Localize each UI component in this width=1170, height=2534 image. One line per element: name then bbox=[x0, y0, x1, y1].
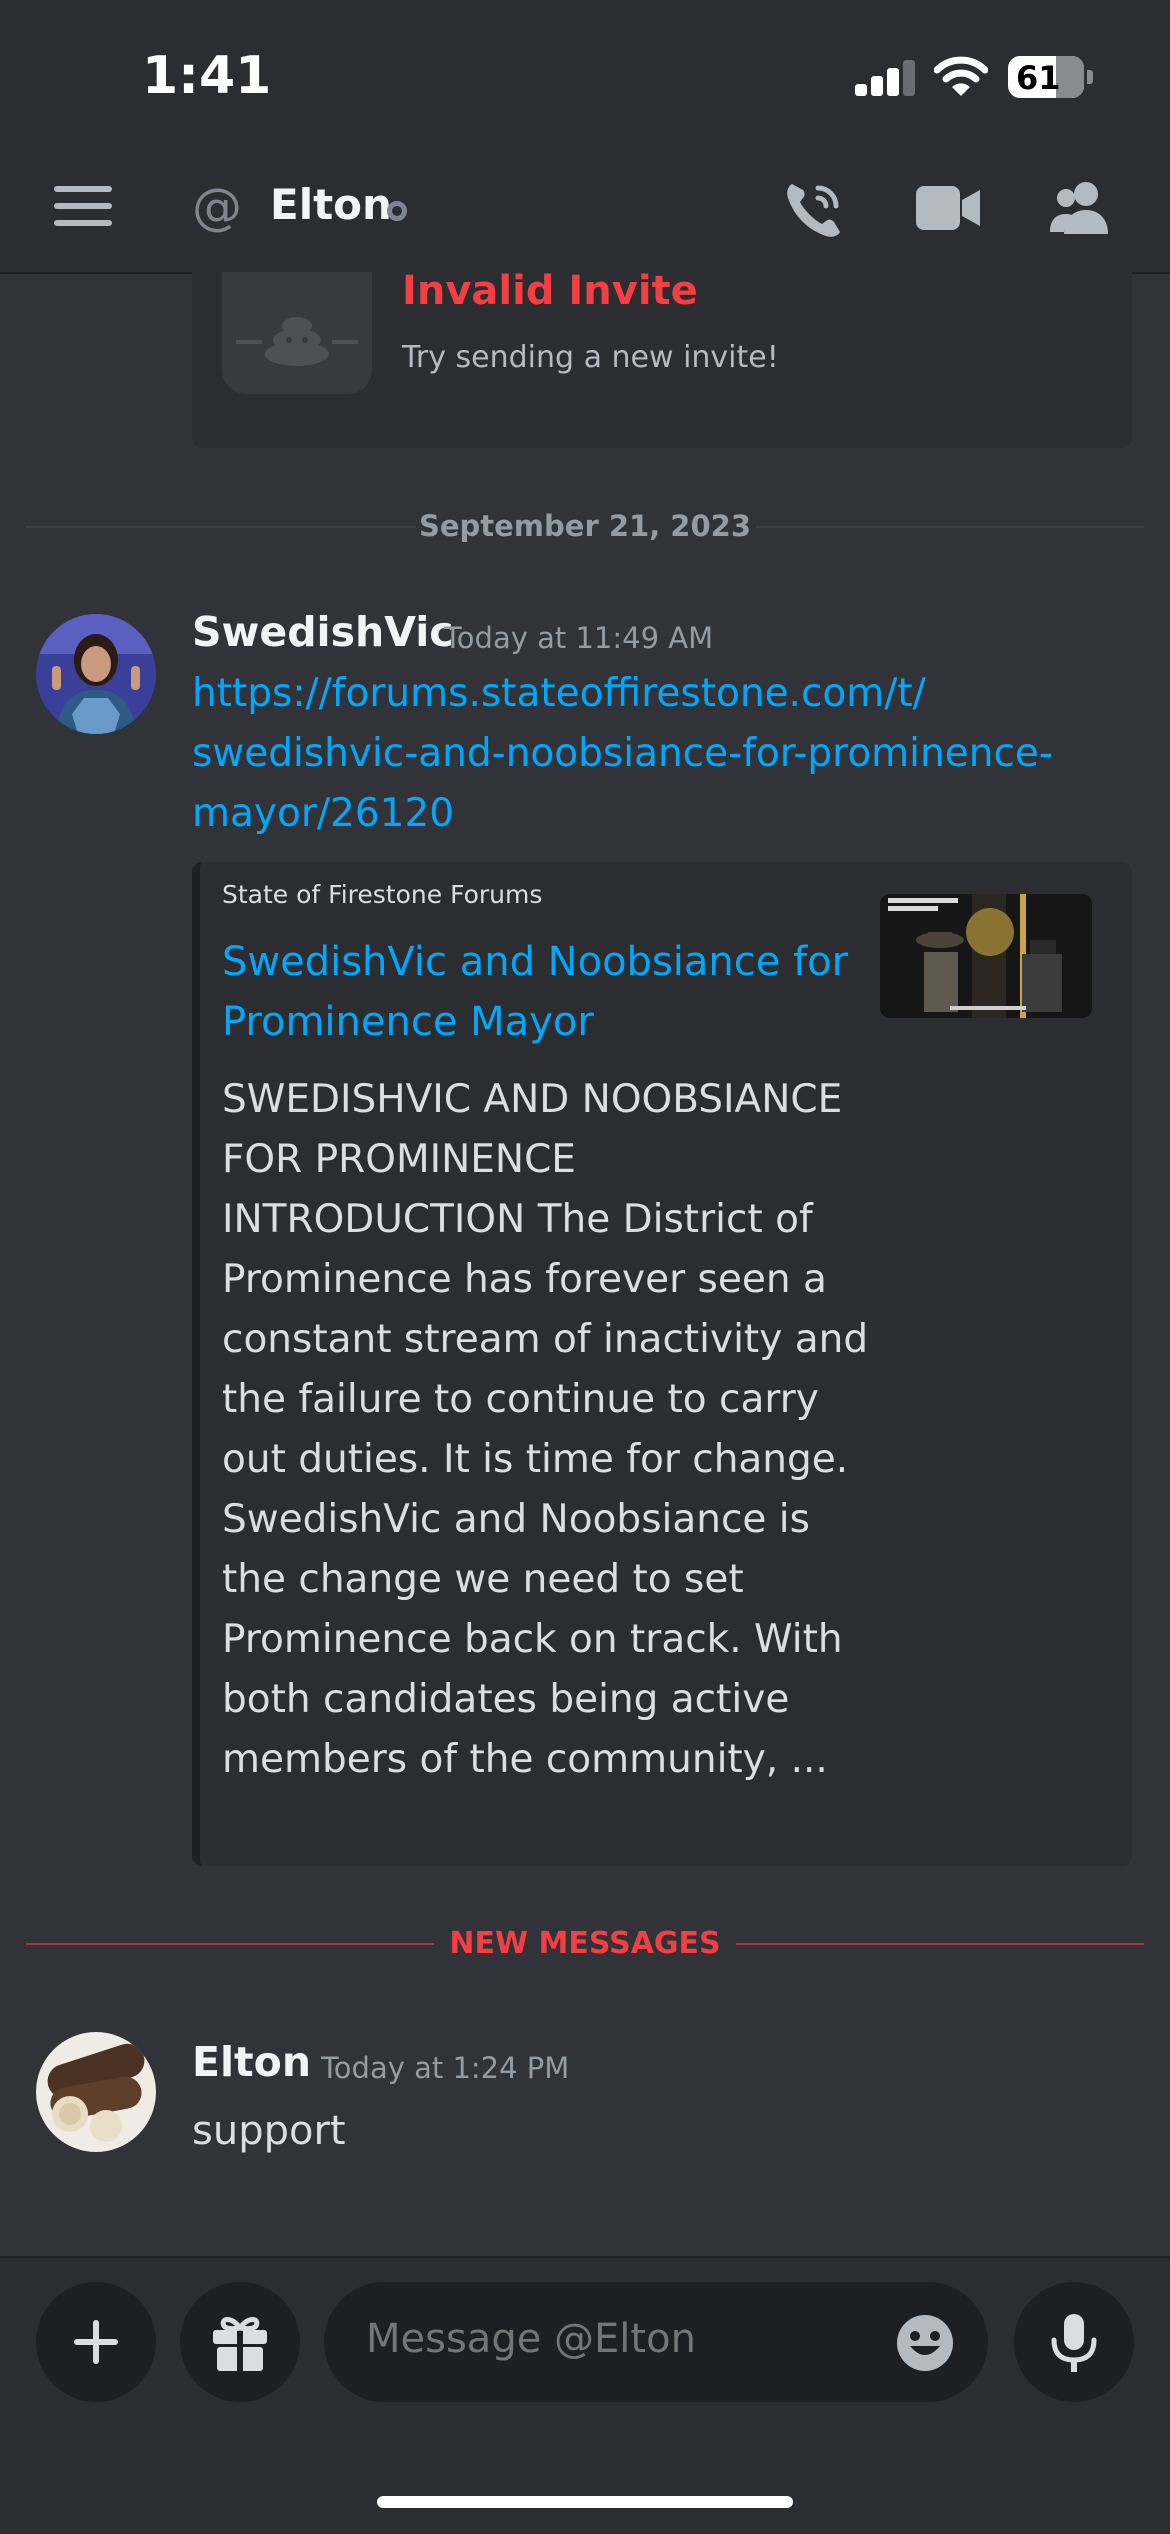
microphone-icon bbox=[1051, 2314, 1097, 2372]
invite-subtitle: Try sending a new invite! bbox=[402, 340, 779, 375]
battery-level: 61 bbox=[1016, 59, 1061, 97]
message-timestamp: Today at 11:49 AM bbox=[444, 621, 714, 655]
wifi-icon bbox=[934, 56, 988, 96]
cellular-signal-icon bbox=[855, 60, 915, 96]
dm-recipient-name[interactable]: Elton bbox=[270, 180, 392, 229]
plus-icon bbox=[74, 2320, 118, 2364]
embed-title[interactable]: SwedishVic and Noobsiance for Prominence… bbox=[222, 932, 862, 1052]
message-text: support bbox=[192, 2108, 346, 2154]
avatar-elton[interactable] bbox=[36, 2032, 156, 2152]
forum-link[interactable]: https://forums.stateoffirestone.com/t/ s… bbox=[192, 664, 1112, 844]
message-author-elton[interactable]: Elton bbox=[192, 2038, 311, 2086]
invite-server-icon bbox=[222, 272, 372, 394]
forum-link-line[interactable]: https://forums.stateoffirestone.com/t/ bbox=[192, 664, 1112, 724]
voice-message-button[interactable] bbox=[1014, 2282, 1134, 2402]
chat-header bbox=[0, 150, 1170, 274]
invite-title: Invalid Invite bbox=[402, 268, 698, 314]
forum-link-line[interactable]: mayor/26120 bbox=[192, 784, 1112, 844]
gift-icon bbox=[213, 2317, 267, 2372]
members-icon[interactable] bbox=[1048, 178, 1112, 234]
embed-description: SWEDISHVIC AND NOOBSIANCE FOR PROMINENCE… bbox=[222, 1077, 869, 1782]
add-attachment-button[interactable] bbox=[36, 2282, 156, 2402]
offline-status-icon bbox=[387, 201, 407, 221]
battery-icon: 61 bbox=[1008, 56, 1084, 98]
gift-button[interactable] bbox=[180, 2282, 300, 2402]
status-time: 1:41 bbox=[142, 46, 272, 106]
menu-icon[interactable] bbox=[54, 186, 112, 226]
new-messages-label: NEW MESSAGES bbox=[449, 1926, 721, 1961]
forum-link-line[interactable]: swedishvic-and-noobsiance-for-prominence… bbox=[192, 724, 1112, 784]
message-author-swedishvic[interactable]: SwedishVic bbox=[192, 608, 454, 656]
home-indicator[interactable] bbox=[377, 2496, 793, 2508]
at-icon: @ bbox=[192, 178, 242, 236]
video-camera-icon[interactable] bbox=[916, 184, 982, 232]
date-divider-label: September 21, 2023 bbox=[418, 509, 752, 543]
avatar-swedishvic[interactable] bbox=[36, 614, 156, 734]
embed-thumbnail[interactable] bbox=[880, 894, 1092, 1018]
battery-cap bbox=[1087, 70, 1093, 84]
message-timestamp: Today at 1:24 PM bbox=[321, 2051, 570, 2085]
emoji-icon[interactable] bbox=[896, 2314, 954, 2372]
message-composer[interactable] bbox=[324, 2282, 988, 2402]
message-input[interactable] bbox=[366, 2316, 866, 2362]
phone-call-icon[interactable] bbox=[784, 178, 846, 240]
embed-provider: State of Firestone Forums bbox=[222, 880, 543, 909]
